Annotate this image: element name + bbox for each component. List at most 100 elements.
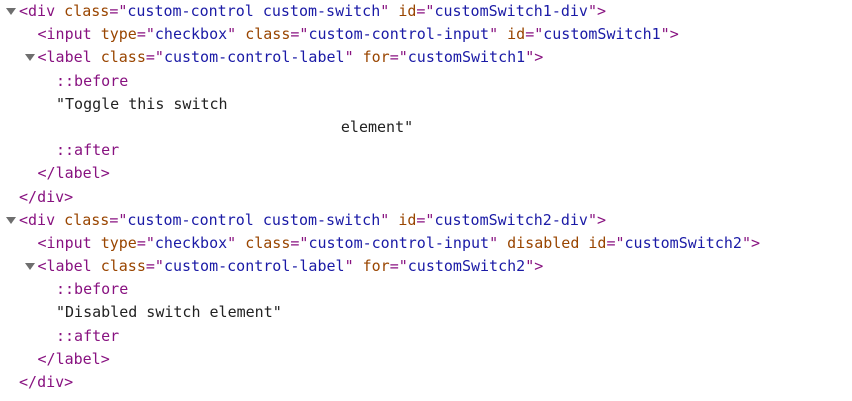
dom-node-line[interactable]: ::after bbox=[0, 325, 852, 348]
dom-node[interactable]: </div> bbox=[19, 371, 73, 394]
dom-node-line[interactable]: "Toggle this switch bbox=[0, 93, 852, 116]
dom-node[interactable]: ::before bbox=[56, 278, 128, 301]
dom-node-line[interactable]: </label> bbox=[0, 162, 852, 185]
text-node[interactable]: "Disabled switch element" bbox=[56, 303, 282, 321]
dom-node[interactable]: "Toggle this switch bbox=[56, 93, 228, 116]
tag-bracket: </ bbox=[37, 164, 56, 183]
attribute-quote: " bbox=[525, 257, 535, 276]
attribute-name[interactable]: class bbox=[101, 48, 146, 66]
tag-name[interactable]: div bbox=[37, 373, 64, 391]
attribute-name[interactable]: for bbox=[363, 257, 390, 275]
dom-node-line[interactable]: <label class="custom-control-label" for=… bbox=[0, 255, 852, 278]
attribute-value[interactable]: checkbox bbox=[155, 25, 227, 43]
pseudo-element[interactable]: ::after bbox=[56, 327, 119, 345]
tag-name[interactable]: div bbox=[28, 211, 55, 229]
attribute-equals: =" bbox=[389, 257, 408, 276]
dom-node[interactable]: <div class="custom-control custom-switch… bbox=[19, 209, 606, 232]
attribute-value[interactable]: customSwitch1-div bbox=[434, 2, 588, 20]
attribute-value[interactable]: custom-control-input bbox=[308, 25, 489, 43]
attribute-value[interactable]: customSwitch2 bbox=[625, 234, 742, 252]
pseudo-element[interactable]: ::before bbox=[56, 72, 128, 90]
dom-node-line[interactable]: </div> bbox=[0, 371, 852, 394]
attribute-equals: =" bbox=[290, 25, 309, 44]
attribute-name[interactable]: class bbox=[64, 2, 109, 20]
attribute-name[interactable]: class bbox=[245, 25, 290, 43]
dom-node-line[interactable]: <div class="custom-control custom-switch… bbox=[0, 209, 852, 232]
attribute-name[interactable]: class bbox=[245, 234, 290, 252]
attribute-name[interactable]: class bbox=[64, 211, 109, 229]
text-node[interactable]: "Toggle this switch bbox=[56, 95, 228, 113]
dom-node-line[interactable]: <input type="checkbox" class="custom-con… bbox=[0, 232, 852, 255]
attribute-value[interactable]: custom-control custom-switch bbox=[127, 2, 380, 20]
attribute-value[interactable]: custom-control-label bbox=[164, 48, 345, 66]
dom-node-line[interactable]: ::after bbox=[0, 139, 852, 162]
dom-node[interactable]: <input type="checkbox" class="custom-con… bbox=[38, 23, 679, 46]
attribute-value[interactable]: customSwitch1 bbox=[408, 48, 525, 66]
attribute-name[interactable]: type bbox=[101, 25, 137, 43]
tag-name[interactable]: input bbox=[47, 234, 92, 252]
attribute-value[interactable]: custom-control custom-switch bbox=[127, 211, 380, 229]
tag-name[interactable]: input bbox=[47, 25, 92, 43]
expand-triangle-icon[interactable] bbox=[24, 46, 36, 69]
dom-node[interactable]: </label> bbox=[38, 162, 110, 185]
attribute-value[interactable]: customSwitch2-div bbox=[434, 211, 588, 229]
attribute-equals: =" bbox=[109, 210, 128, 229]
dom-node-line[interactable]: <div class="custom-control custom-switch… bbox=[0, 0, 852, 23]
dom-node[interactable]: </div> bbox=[19, 186, 73, 209]
tag-bracket: > bbox=[64, 373, 74, 391]
attribute-value[interactable]: custom-control-label bbox=[164, 257, 345, 275]
dom-node-line[interactable]: ::before bbox=[0, 278, 852, 301]
attribute-name[interactable]: id bbox=[398, 211, 416, 229]
attribute-name[interactable]: id bbox=[398, 2, 416, 20]
attribute-value[interactable]: customSwitch2 bbox=[408, 257, 525, 275]
expand-triangle-icon[interactable] bbox=[5, 0, 17, 23]
attribute-name[interactable]: disabled bbox=[507, 234, 579, 252]
dom-node[interactable]: "Disabled switch element" bbox=[56, 301, 282, 324]
tag-bracket: > bbox=[534, 48, 544, 67]
dom-node[interactable]: ::after bbox=[56, 325, 119, 348]
pseudo-element[interactable]: ::after bbox=[56, 141, 119, 159]
tag-name[interactable]: div bbox=[37, 188, 64, 206]
tag-name[interactable]: div bbox=[28, 2, 55, 20]
expand-triangle-icon[interactable] bbox=[24, 255, 36, 278]
dom-node-line[interactable]: </div> bbox=[0, 186, 852, 209]
dom-node[interactable]: <label class="custom-control-label" for=… bbox=[38, 255, 544, 278]
tag-name[interactable]: label bbox=[56, 350, 101, 368]
expand-triangle-icon[interactable] bbox=[5, 209, 17, 232]
attribute-name[interactable]: for bbox=[363, 48, 390, 66]
attribute-quote: " bbox=[660, 25, 670, 44]
tag-name[interactable]: label bbox=[47, 257, 92, 275]
attribute-name[interactable]: id bbox=[588, 234, 606, 252]
dom-node-line[interactable]: ::before bbox=[0, 70, 852, 93]
tag-name[interactable]: label bbox=[47, 48, 92, 66]
dom-node[interactable]: <input type="checkbox" class="custom-con… bbox=[38, 232, 761, 255]
attribute-value[interactable]: customSwitch1 bbox=[543, 25, 660, 43]
attribute-name[interactable]: class bbox=[101, 257, 146, 275]
dom-node[interactable]: element" bbox=[341, 116, 413, 139]
dom-node[interactable]: <div class="custom-control custom-switch… bbox=[19, 0, 606, 23]
dom-node-line[interactable]: "Disabled switch element" bbox=[0, 301, 852, 324]
text-node[interactable]: element" bbox=[341, 118, 413, 136]
attribute-value[interactable]: custom-control-input bbox=[308, 234, 489, 252]
attribute-value[interactable]: checkbox bbox=[155, 234, 227, 252]
dom-node[interactable]: ::after bbox=[56, 139, 119, 162]
attribute-name[interactable]: id bbox=[507, 25, 525, 43]
pseudo-element[interactable]: ::before bbox=[56, 280, 128, 298]
attribute-quote: " bbox=[227, 25, 237, 44]
tag-bracket: > bbox=[597, 210, 607, 229]
dom-node-line[interactable]: <label class="custom-control-label" for=… bbox=[0, 46, 852, 69]
attribute-quote: " bbox=[380, 210, 390, 229]
dom-node-line[interactable]: element" bbox=[0, 116, 852, 139]
dom-node-line[interactable]: </label> bbox=[0, 348, 852, 371]
tag-name[interactable]: label bbox=[56, 164, 101, 182]
dom-node[interactable]: ::before bbox=[56, 70, 128, 93]
dom-node[interactable]: <label class="custom-control-label" for=… bbox=[38, 46, 544, 69]
dom-node[interactable]: </label> bbox=[38, 348, 110, 371]
dom-node-line[interactable]: <input type="checkbox" class="custom-con… bbox=[0, 23, 852, 46]
attribute-name[interactable]: type bbox=[101, 234, 137, 252]
attribute-quote: " bbox=[344, 257, 354, 276]
